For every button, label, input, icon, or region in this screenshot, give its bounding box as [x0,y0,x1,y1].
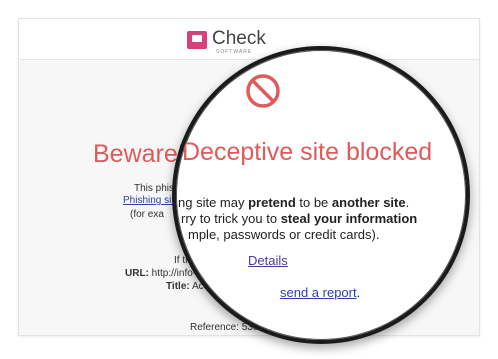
description-line-2: rry to trick you to steal your informati… [181,211,417,226]
desc1-e: . [405,195,410,210]
desc1-a: ng site may [178,195,249,210]
prohibited-icon [246,74,280,108]
beware-heading: Beware! [93,140,185,168]
header-bar: Check SOFTWARE [19,19,479,60]
logo-text: Check [212,28,266,49]
desc1-c: to be [295,195,332,210]
title-label: Title: [166,281,190,292]
desc2-a: rry to trick you to [181,211,281,226]
logo-icon [187,31,207,49]
phishing-line-3: (for exa [130,209,164,220]
report-row: send a report. [280,285,360,300]
send-report-link[interactable]: send a report [280,285,357,300]
report-suffix: . [356,285,361,300]
description-line-3: mple, passwords or credit cards). [188,227,380,242]
desc1-d: another site [331,195,406,210]
desc1-b: pretend [248,195,296,210]
url-label: URL: [125,268,149,279]
logo-subtitle: SOFTWARE [216,49,253,55]
deceptive-site-title: Deceptive site blocked [182,138,433,166]
details-link[interactable]: Details [248,253,288,268]
desc2-b: steal your information [280,211,418,226]
description-line-1: ng site may pretend to be another site. [178,195,409,210]
magnifier-lens: Deceptive site blocked ng site may prete… [172,46,470,344]
